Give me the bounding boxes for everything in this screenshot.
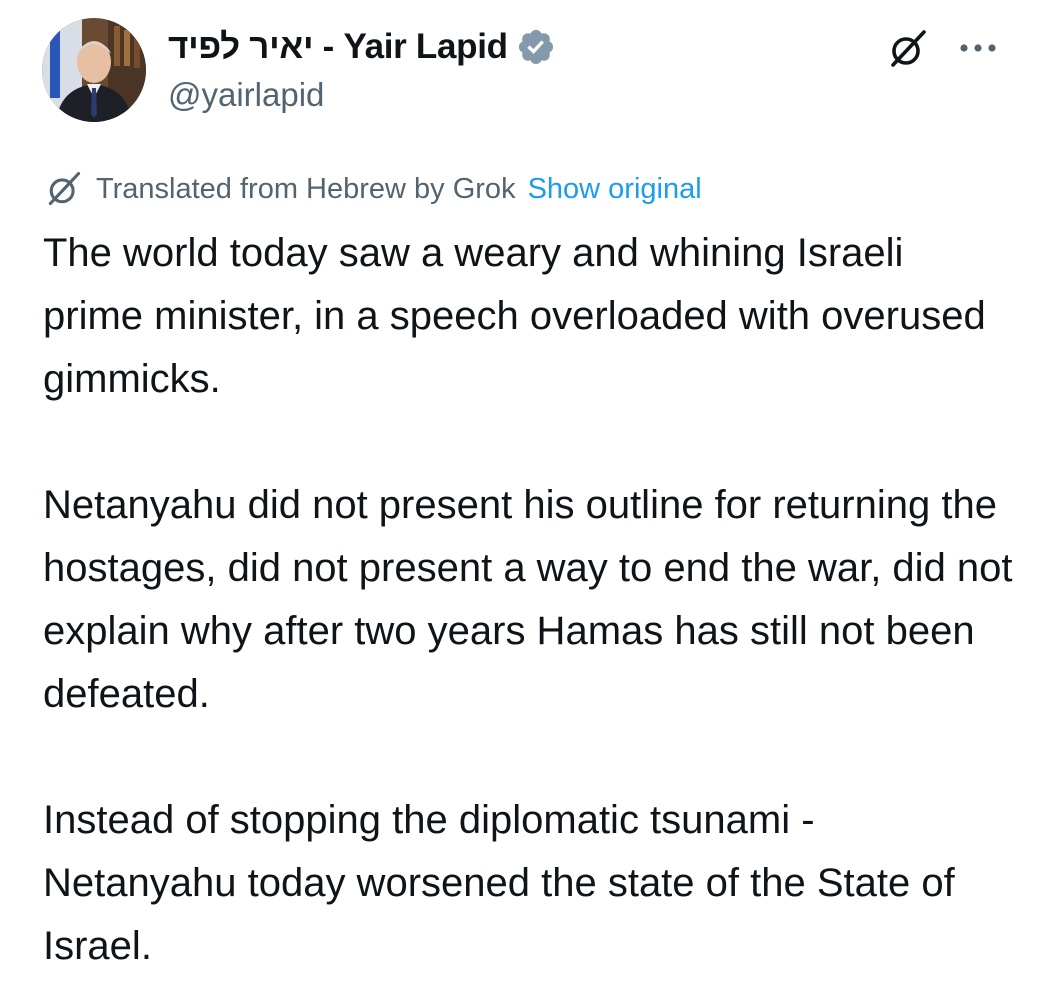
post-paragraph: Instead of stopping the diplomatic tsuna… [43,798,955,968]
author-handle[interactable]: @yairlapid [168,76,324,114]
avatar-image [42,18,146,122]
translation-bar: Translated from Hebrew by Grok Show orig… [44,167,702,211]
grok-icon [891,30,926,67]
verified-badge-icon [516,27,556,67]
translation-note: Translated from Hebrew by Grok [96,172,516,205]
post-paragraph: The world today saw a weary and whining … [43,231,986,401]
grok-button[interactable] [880,24,936,74]
post-text: The world today saw a weary and whining … [43,222,1013,978]
more-horizontal-icon [960,44,996,52]
more-options-button[interactable] [950,28,1006,68]
post-card: יאיר לפיד - Yair Lapid @yairlapid Transl… [0,0,1044,1000]
grok-translate-icon [44,169,84,209]
post-paragraph: Netanyahu did not present his outline fo… [43,483,1013,716]
author-display-name[interactable]: יאיר לפיד - Yair Lapid [168,27,508,67]
author-name-line[interactable]: יאיר לפיד - Yair Lapid [168,22,556,72]
avatar[interactable] [42,18,146,122]
show-original-link[interactable]: Show original [528,173,702,206]
